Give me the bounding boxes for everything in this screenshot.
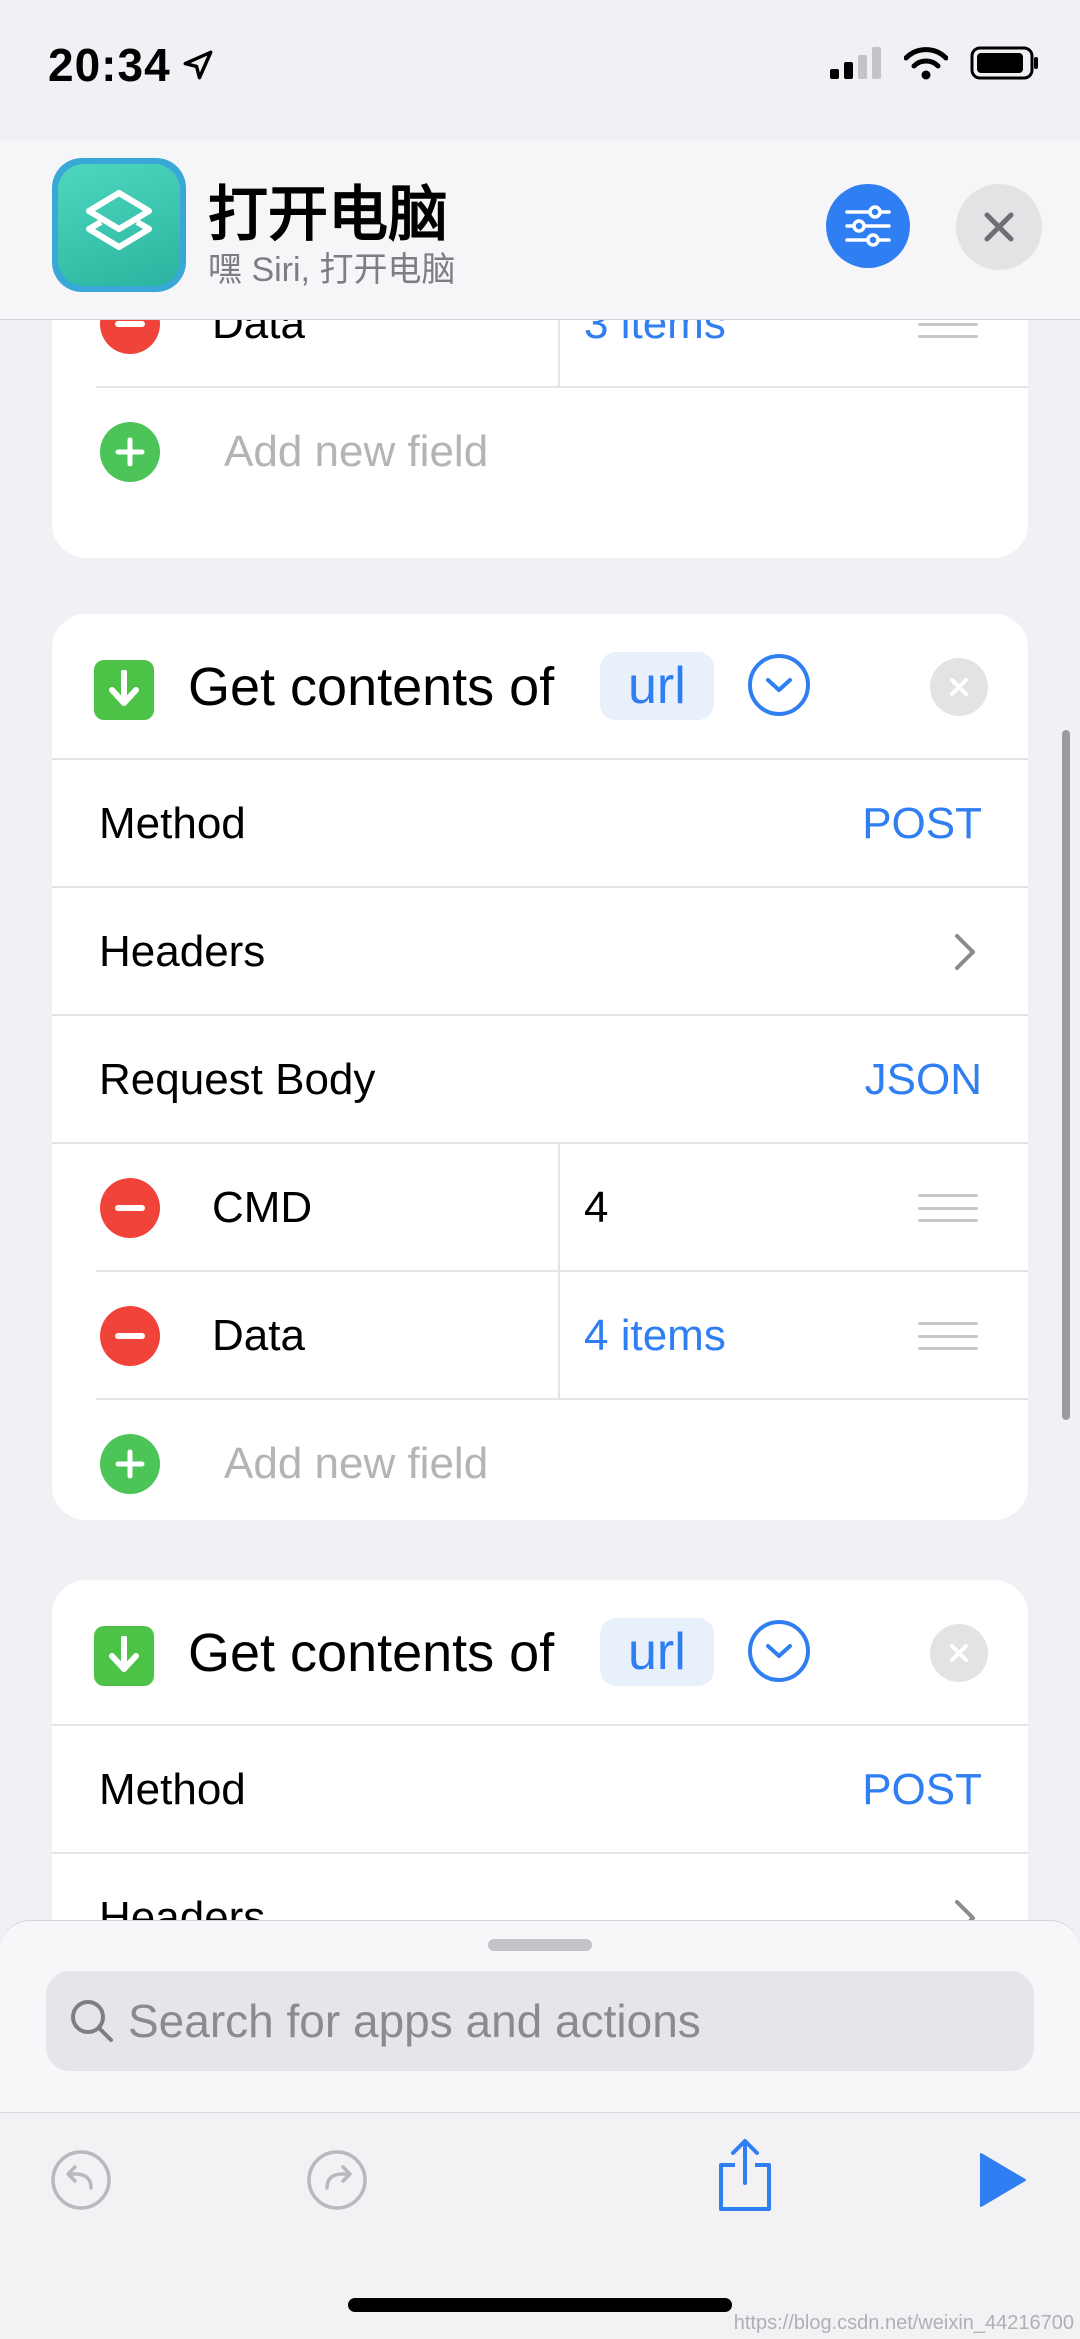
share-button[interactable] xyxy=(710,2135,780,2215)
siri-phrase: 嘿 Siri, 打开电脑 xyxy=(208,251,456,289)
url-variable-token[interactable]: url xyxy=(600,1618,714,1686)
body-field-row-data: Data 4 items xyxy=(52,1272,1028,1400)
download-icon xyxy=(94,1626,154,1686)
add-field-row[interactable]: Add new field xyxy=(52,1400,1028,1520)
action-title: Get contents of xyxy=(188,1623,555,1683)
method-value[interactable]: POST xyxy=(862,1726,982,1854)
field-key[interactable]: CMD xyxy=(212,1144,312,1272)
headers-label: Headers xyxy=(99,927,266,976)
sheet-grabber[interactable] xyxy=(488,1939,592,1951)
settings-button[interactable] xyxy=(826,184,910,268)
remove-field-button[interactable] xyxy=(100,1306,160,1366)
add-field-button[interactable] xyxy=(100,422,160,482)
sliders-icon xyxy=(845,205,891,247)
status-time: 20:34 xyxy=(48,39,171,91)
request-body-row[interactable]: Request Body JSON xyxy=(52,1016,1028,1144)
add-field-placeholder[interactable]: Add new field xyxy=(224,1400,488,1520)
get-contents-action-card: Get contents of url Method POST Headers … xyxy=(52,614,1028,1520)
remove-action-button[interactable] xyxy=(930,658,988,716)
close-icon xyxy=(950,1644,968,1662)
close-icon xyxy=(950,678,968,696)
expand-chevron-icon[interactable] xyxy=(748,1620,810,1682)
url-variable-token[interactable]: url xyxy=(600,652,714,720)
drag-handle-icon[interactable] xyxy=(918,1322,978,1350)
status-indicators xyxy=(830,46,1040,80)
method-label: Method xyxy=(99,1765,246,1814)
add-field-button[interactable] xyxy=(100,1434,160,1494)
method-row[interactable]: Method POST xyxy=(52,1726,1028,1854)
plus-icon xyxy=(115,437,145,467)
undo-button[interactable] xyxy=(46,2145,116,2215)
wifi-icon xyxy=(904,47,948,80)
divider xyxy=(558,1272,560,1398)
field-value[interactable]: 4 xyxy=(584,1144,608,1272)
method-label: Method xyxy=(99,799,246,848)
search-field[interactable] xyxy=(46,1971,1034,2071)
search-icon xyxy=(71,2000,113,2042)
action-search-sheet xyxy=(0,1920,1080,2120)
status-bar: 20:34 xyxy=(0,0,1080,140)
redo-icon xyxy=(307,2150,367,2210)
action-title: Get contents of xyxy=(188,657,555,717)
close-icon xyxy=(984,212,1014,242)
body-field-row-cmd: CMD 4 xyxy=(52,1144,1028,1272)
headers-row[interactable]: Headers xyxy=(52,888,1028,1016)
battery-icon xyxy=(970,46,1038,80)
action-header: Get contents of url xyxy=(52,614,1028,760)
location-arrow-icon xyxy=(183,50,213,80)
remove-action-button[interactable] xyxy=(930,1624,988,1682)
redo-button[interactable] xyxy=(302,2145,372,2215)
scrollbar[interactable] xyxy=(1062,730,1070,1420)
action-header: Get contents of url xyxy=(52,1580,1028,1726)
drag-handle-icon[interactable] xyxy=(918,1194,978,1222)
method-value[interactable]: POST xyxy=(862,760,982,888)
shortcut-app-icon[interactable] xyxy=(52,158,186,292)
shortcut-title[interactable]: 打开电脑 xyxy=(208,166,448,253)
status-time-group: 20:34 xyxy=(48,38,215,92)
watermark: https://blog.csdn.net/weixin_44216700 xyxy=(733,2312,1074,2334)
method-row[interactable]: Method POST xyxy=(52,760,1028,888)
shortcuts-layers-icon xyxy=(86,190,152,250)
cellular-signal-icon xyxy=(830,47,881,79)
close-button[interactable] xyxy=(956,184,1042,270)
expand-chevron-icon[interactable] xyxy=(748,654,810,716)
request-body-value[interactable]: JSON xyxy=(865,1016,982,1144)
add-field-placeholder[interactable]: Add new field xyxy=(224,388,488,516)
request-body-label: Request Body xyxy=(99,1055,376,1104)
field-value[interactable]: 4 items xyxy=(584,1272,726,1400)
undo-icon xyxy=(51,2150,111,2210)
plus-icon xyxy=(115,1449,145,1479)
play-icon xyxy=(980,2153,1026,2207)
download-icon xyxy=(94,660,154,720)
run-button[interactable] xyxy=(970,2145,1034,2215)
field-key[interactable]: Data xyxy=(212,1272,305,1400)
divider xyxy=(558,1144,560,1270)
remove-field-button[interactable] xyxy=(100,1178,160,1238)
home-indicator[interactable] xyxy=(348,2298,732,2312)
chevron-right-icon xyxy=(955,934,975,970)
search-input[interactable] xyxy=(128,1971,1008,2071)
share-icon xyxy=(719,2139,771,2211)
add-field-row[interactable]: Add new field xyxy=(52,388,1028,516)
shortcut-header: 打开电脑 嘿 Siri, 打开电脑 xyxy=(0,140,1080,320)
